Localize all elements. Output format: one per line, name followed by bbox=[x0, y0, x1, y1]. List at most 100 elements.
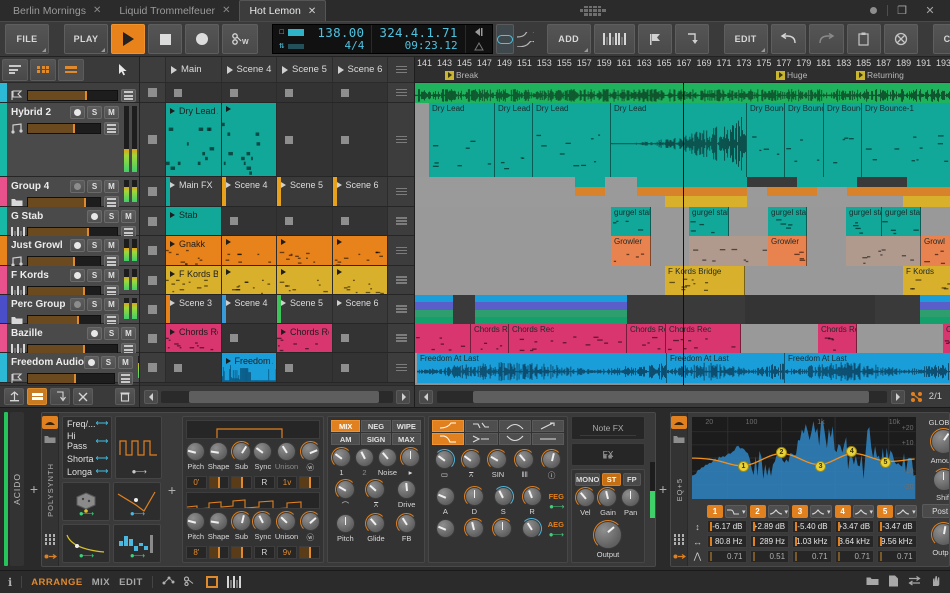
osc-value-field[interactable]: 8' bbox=[186, 546, 207, 559]
track-name[interactable]: Perc Group bbox=[11, 299, 65, 310]
scene-slot[interactable]: Scene 4 bbox=[222, 295, 278, 323]
minimize-button[interactable] bbox=[859, 0, 887, 21]
track-header[interactable]: Freedom AudioSM bbox=[0, 353, 139, 383]
clip-slot-filled[interactable]: F Kords Bri... bbox=[166, 266, 222, 294]
knob-wrap[interactable]: 1 bbox=[332, 448, 351, 477]
knob[interactable] bbox=[332, 448, 351, 467]
eq-gain-field[interactable]: -6.17 dB bbox=[707, 520, 747, 533]
clip-slot-filled[interactable]: Chords Rec2 bbox=[166, 324, 222, 352]
playhead[interactable] bbox=[683, 83, 684, 385]
close-icon[interactable]: ✕ bbox=[222, 5, 230, 16]
clip-slot-empty[interactable] bbox=[333, 83, 389, 102]
track-name[interactable]: Hybrid 2 bbox=[11, 107, 51, 118]
osc2-knobs[interactable]: PitchShapeSubSyncUnisonⓦ bbox=[186, 512, 320, 543]
knob[interactable] bbox=[277, 442, 296, 461]
arrangement-marker[interactable]: Huge bbox=[776, 70, 807, 80]
edit-button[interactable]: EDIT bbox=[724, 24, 768, 54]
add-device-between-button[interactable]: + bbox=[656, 412, 670, 566]
eq-band-shape-selector[interactable]: ▾ bbox=[725, 505, 747, 518]
knob-wrap[interactable]: Vel bbox=[576, 488, 595, 517]
tab-filter-band[interactable] bbox=[465, 433, 497, 445]
master-output[interactable]: Output bbox=[575, 521, 641, 559]
knob[interactable] bbox=[488, 450, 507, 469]
pointer-tool-button[interactable] bbox=[111, 59, 137, 81]
mute-button[interactable]: M bbox=[121, 210, 136, 223]
stop-all-column[interactable] bbox=[140, 57, 166, 82]
modulation-routing-button[interactable] bbox=[42, 550, 58, 563]
knob[interactable] bbox=[462, 450, 481, 469]
fold-button[interactable] bbox=[50, 388, 70, 405]
knob[interactable] bbox=[301, 442, 320, 461]
automation-write-button[interactable]: W bbox=[222, 24, 258, 54]
mod-assign-row[interactable]: ●⟶ bbox=[116, 467, 161, 476]
stop-clip-button[interactable] bbox=[140, 295, 166, 323]
eq-band-shape-selector[interactable]: ▾ bbox=[895, 505, 917, 518]
knob[interactable] bbox=[576, 488, 595, 507]
eq-band-number[interactable]: 4 bbox=[835, 505, 851, 518]
tab-filter-peak[interactable] bbox=[499, 420, 531, 432]
tab-max[interactable]: MAX bbox=[392, 433, 421, 445]
clip-slot-filled[interactable] bbox=[277, 236, 333, 265]
knob[interactable] bbox=[253, 442, 272, 461]
trash-button[interactable] bbox=[115, 388, 135, 405]
knob-wrap[interactable]: D bbox=[465, 487, 484, 516]
eq-freq-field[interactable]: 3.64 kHz bbox=[835, 535, 875, 548]
macro-row[interactable]: Longa⟷ bbox=[63, 465, 111, 478]
note-fx-slot[interactable]: Note FX bbox=[571, 416, 645, 440]
osc1-knobs[interactable]: PitchShapeSubSyncUnisonⓦ bbox=[186, 442, 320, 473]
mute-button[interactable]: M bbox=[118, 356, 133, 369]
mapping-icon[interactable] bbox=[184, 576, 197, 589]
track-name[interactable]: Just Growl bbox=[11, 240, 63, 251]
scene-launch-button[interactable]: Scene 6 bbox=[333, 57, 389, 82]
knob[interactable] bbox=[232, 512, 251, 531]
fader-handle[interactable] bbox=[73, 124, 75, 133]
arrangement-clip[interactable]: Dry Lead bbox=[611, 103, 747, 177]
knob[interactable] bbox=[366, 514, 385, 533]
clip-slot-empty[interactable] bbox=[333, 207, 389, 235]
redo-button[interactable] bbox=[809, 24, 844, 54]
eq-band-headers[interactable]: 1▾2▾3▾4▾5▾ bbox=[691, 505, 917, 518]
arr-horizontal-scrollbar[interactable] bbox=[437, 391, 887, 403]
modulator-dice[interactable]: ●⟶ bbox=[62, 482, 110, 521]
clip-slot-empty[interactable] bbox=[166, 353, 222, 382]
arrangement-clip[interactable]: Dry Lead bbox=[429, 103, 495, 177]
arrangement-clip[interactable]: Freedom At Last bbox=[667, 353, 785, 383]
arrow-down-button[interactable] bbox=[675, 24, 709, 54]
solo-button[interactable]: S bbox=[101, 356, 116, 369]
mute-button[interactable]: M bbox=[104, 269, 119, 282]
eq-band-number[interactable]: 1 bbox=[707, 505, 723, 518]
macro-row[interactable]: Hi Pass⟷ bbox=[63, 430, 111, 452]
knob-wrap[interactable]: ▸ bbox=[401, 448, 420, 477]
clip-slot-filled[interactable]: Stab bbox=[166, 207, 222, 235]
track-header[interactable]: Group 4SM bbox=[0, 177, 139, 207]
scroll-left-button[interactable] bbox=[144, 390, 158, 404]
knob-wrap[interactable]: 2 bbox=[355, 448, 374, 477]
stop-clip-button[interactable] bbox=[140, 324, 166, 352]
eq-gain-field[interactable]: -3.47 dB bbox=[877, 520, 917, 533]
aeg-knobs[interactable] bbox=[432, 519, 545, 539]
cancel-button[interactable] bbox=[884, 24, 918, 54]
clip-row-menu[interactable] bbox=[388, 324, 414, 352]
osc-value-field[interactable]: 1v bbox=[277, 476, 298, 489]
osc-value-field[interactable] bbox=[299, 546, 320, 559]
fade-curve-button[interactable] bbox=[517, 24, 534, 54]
knob-wrap[interactable]: ⓦ bbox=[301, 512, 320, 543]
post-selector[interactable]: Post ▾ bbox=[922, 504, 950, 518]
eq-q-field[interactable]: 0.71 bbox=[835, 550, 875, 563]
osc2-values[interactable]: 8'R9v bbox=[186, 546, 320, 559]
knob[interactable] bbox=[522, 519, 541, 538]
solo-button[interactable]: S bbox=[87, 180, 102, 193]
punch-in-row[interactable] bbox=[472, 27, 486, 37]
track-header[interactable]: BazilleSM bbox=[0, 324, 139, 353]
clip-slot-empty[interactable] bbox=[277, 103, 333, 176]
tab-filter-flat[interactable] bbox=[532, 433, 564, 445]
macro-row[interactable]: Freq/...⟷ bbox=[63, 417, 111, 430]
arrangement-clip[interactable]: Chords Rec bbox=[627, 324, 666, 353]
automation-icon[interactable] bbox=[162, 575, 175, 589]
knob[interactable] bbox=[397, 480, 416, 499]
clip-row-menu[interactable] bbox=[388, 177, 414, 206]
track-color-strip[interactable] bbox=[0, 353, 7, 382]
track-name[interactable]: Group 4 bbox=[11, 181, 49, 192]
modulator-lfo[interactable]: ●⟶ bbox=[115, 416, 162, 479]
mute-button[interactable]: M bbox=[104, 298, 119, 311]
